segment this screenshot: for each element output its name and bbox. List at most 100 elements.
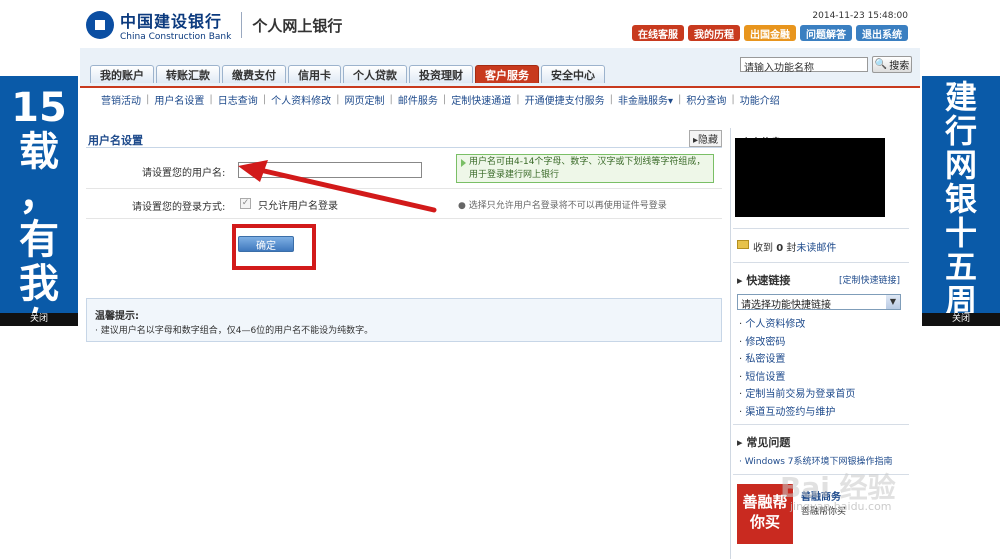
main-tabs: 我的账户 转账汇款 缴费支付 信用卡 个人贷款 投资理财 客户服务 安全中心: [90, 65, 605, 83]
nav-band: 我的账户 转账汇款 缴费支付 信用卡 个人贷款 投资理财 客户服务 安全中心 请输入功能名称 …: [80, 48, 920, 86]
subnav-item-3[interactable]: 个人资料修改: [266, 92, 336, 107]
left-ad-char: 15: [11, 85, 67, 131]
login-method-hint-text: 选择只允许用户名登录将不可以再使用证件号登录: [468, 201, 667, 211]
right-ad-char: 银: [944, 180, 977, 218]
unread-mail-link[interactable]: 未读邮件: [796, 243, 836, 254]
login-method-label: 请设置您的登录方式:: [132, 202, 226, 213]
subnav-item-7[interactable]: 开通便捷支付服务: [520, 92, 610, 107]
sidebar-divider: [733, 262, 909, 263]
customize-quick-links[interactable]: [定制快速链接]: [839, 273, 900, 286]
logo-divider: [241, 12, 243, 38]
top-button-2[interactable]: 出国金融: [744, 25, 796, 41]
hide-button[interactable]: ▸隐藏: [688, 130, 722, 147]
subnav-item-2[interactable]: 日志查询: [213, 92, 263, 107]
quick-link-item-4[interactable]: 定制当前交易为登录首页: [739, 386, 855, 404]
mail-summary: 收到 0 封未读邮件: [753, 239, 836, 254]
faq-title-text: 常见问题: [746, 436, 791, 449]
logo-text: 中国建设银行 China Construction Bank: [120, 8, 231, 42]
quick-link-list: 个人资料修改修改密码私密设置短信设置定制当前交易为登录首页渠道互动签约与维护: [739, 316, 855, 421]
tab-0[interactable]: 我的账户: [90, 65, 154, 83]
baidu-watermark-url: jingyan.baidu.com: [790, 500, 892, 513]
hide-label: 隐藏: [698, 135, 718, 146]
red-arrow-annotation: [238, 160, 437, 213]
bank-name-en: China Construction Bank: [120, 32, 232, 42]
quick-link-item-0[interactable]: 个人资料修改: [739, 316, 855, 334]
bank-name-cn: 中国建设银行: [120, 12, 223, 31]
right-ad-text: 建行网银十五周年: [922, 80, 1000, 352]
left-ad-text: 15 载，有我在: [0, 86, 78, 350]
tab-7[interactable]: 安全中心: [541, 65, 605, 83]
tips-box: 温馨提示: · 建议用户名以字母和数字组合，仅4—6位的用户名不能设为纯数字。: [86, 298, 722, 342]
tab-5[interactable]: 投资理财: [409, 65, 473, 83]
tips-text: · 建议用户名以字母和数字组合，仅4—6位的用户名不能设为纯数字。: [95, 326, 374, 336]
quick-links-title: ▸ 快速链接: [737, 274, 791, 287]
ccb-logo-icon: [86, 11, 114, 39]
left-ad-banner[interactable]: 15 载，有我在 关闭: [0, 76, 78, 350]
tips-title: 温馨提示:: [95, 311, 139, 322]
red-highlight-frame: [232, 224, 316, 270]
quick-link-item-5[interactable]: 渠道互动签约与维护: [739, 404, 855, 422]
right-ad-char: 十: [944, 214, 977, 252]
quick-link-item-2[interactable]: 私密设置: [739, 351, 855, 369]
quick-link-item-3[interactable]: 短信设置: [739, 369, 855, 387]
right-ad-char: 网: [944, 146, 977, 184]
username-hint: 用户名可由4-14个字母、数字、汉字或下划线等字符组成，用于登录建行网上银行: [456, 154, 714, 183]
mail-prefix: 收到: [753, 243, 773, 254]
subnav-item-1[interactable]: 用户名设置: [149, 92, 209, 107]
tab-6[interactable]: 客户服务: [475, 65, 539, 83]
page-title: 用户名设置: [88, 134, 143, 147]
panel-header: 用户名设置 ▸隐藏: [86, 128, 722, 148]
left-ad-char: 有: [19, 217, 59, 263]
product-name: 个人网上银行: [252, 16, 343, 35]
left-ad-char: 我: [19, 261, 59, 307]
right-ad-char: 建: [944, 78, 977, 116]
top-button-1[interactable]: 我的历程: [688, 25, 740, 41]
subnav-item-8[interactable]: 非金融服务▾: [613, 92, 678, 107]
mail-unit: 封: [786, 243, 797, 254]
top-button-0[interactable]: 在线客服: [632, 25, 684, 41]
subnav-item-10[interactable]: 功能介绍: [735, 92, 785, 107]
quick-link-select-value: 请选择功能快捷链接: [741, 300, 831, 311]
left-ad-char: ，: [19, 173, 59, 219]
tab-3[interactable]: 信用卡: [288, 65, 341, 83]
subnav-item-9[interactable]: 积分查询: [681, 92, 731, 107]
subnav-item-5[interactable]: 邮件服务: [393, 92, 443, 107]
search-button-label: 搜索: [889, 61, 910, 72]
sidebar-divider: [733, 424, 909, 425]
login-method-hint: ● 选择只允许用户名登录将不可以再使用证件号登录: [458, 201, 667, 211]
quick-link-select[interactable]: 请选择功能快捷链接 ▼: [737, 294, 901, 311]
right-ad-char: 行: [944, 112, 977, 150]
header: 中国建设银行 China Construction Bank 个人网上银行 20…: [80, 0, 920, 48]
quick-link-item-1[interactable]: 修改密码: [739, 334, 855, 352]
right-ad-char: 五: [944, 248, 977, 286]
left-ad-char: 载: [19, 129, 59, 175]
tab-1[interactable]: 转账汇款: [156, 65, 220, 83]
page: 15 载，有我在 关闭 建行网银十五周年 关闭 中国建设银行 China Cons…: [0, 0, 1000, 559]
mail-icon: [737, 240, 749, 249]
bank-logo[interactable]: 中国建设银行 China Construction Bank 个人网上银行: [86, 8, 342, 42]
left-ad-close-button[interactable]: 关闭: [0, 313, 78, 326]
mail-count: 0: [776, 243, 784, 254]
datetime: 2014-11-23 15:48:00: [812, 11, 908, 21]
username-label: 请设置您的用户名:: [142, 168, 226, 179]
subnav-divider: [80, 86, 920, 88]
subnav-item-6[interactable]: 定制快速通道: [446, 92, 516, 107]
top-button-3[interactable]: 问题解答: [800, 25, 852, 41]
subnav-item-0[interactable]: 营销活动: [96, 92, 146, 107]
right-ad-banner[interactable]: 建行网银十五周年 关闭: [922, 76, 1000, 352]
search-icon: 🔍: [874, 59, 888, 70]
top-buttons: 在线客服 我的历程 出国金融 问题解答 退出系统: [632, 25, 908, 41]
profile-redacted-block: [735, 138, 885, 217]
chevron-down-icon[interactable]: ▼: [886, 295, 900, 309]
tab-4[interactable]: 个人贷款: [343, 65, 407, 83]
faq-title: ▸ 常见问题: [737, 436, 791, 449]
search-button[interactable]: 🔍 搜索: [872, 56, 912, 73]
row-divider: [86, 218, 722, 219]
sidebar-divider: [733, 228, 909, 229]
subnav-item-4[interactable]: 网页定制: [340, 92, 390, 107]
tab-2[interactable]: 缴费支付: [222, 65, 286, 83]
sub-navigation: 营销活动 | 用户名设置 | 日志查询 | 个人资料修改 | 网页定制 | 邮件服务 | 定制快速通道 |…: [96, 92, 785, 107]
right-ad-close-button[interactable]: 关闭: [922, 313, 1000, 326]
top-button-4[interactable]: 退出系统: [856, 25, 908, 41]
function-search-input[interactable]: 请输入功能名称: [740, 57, 868, 74]
